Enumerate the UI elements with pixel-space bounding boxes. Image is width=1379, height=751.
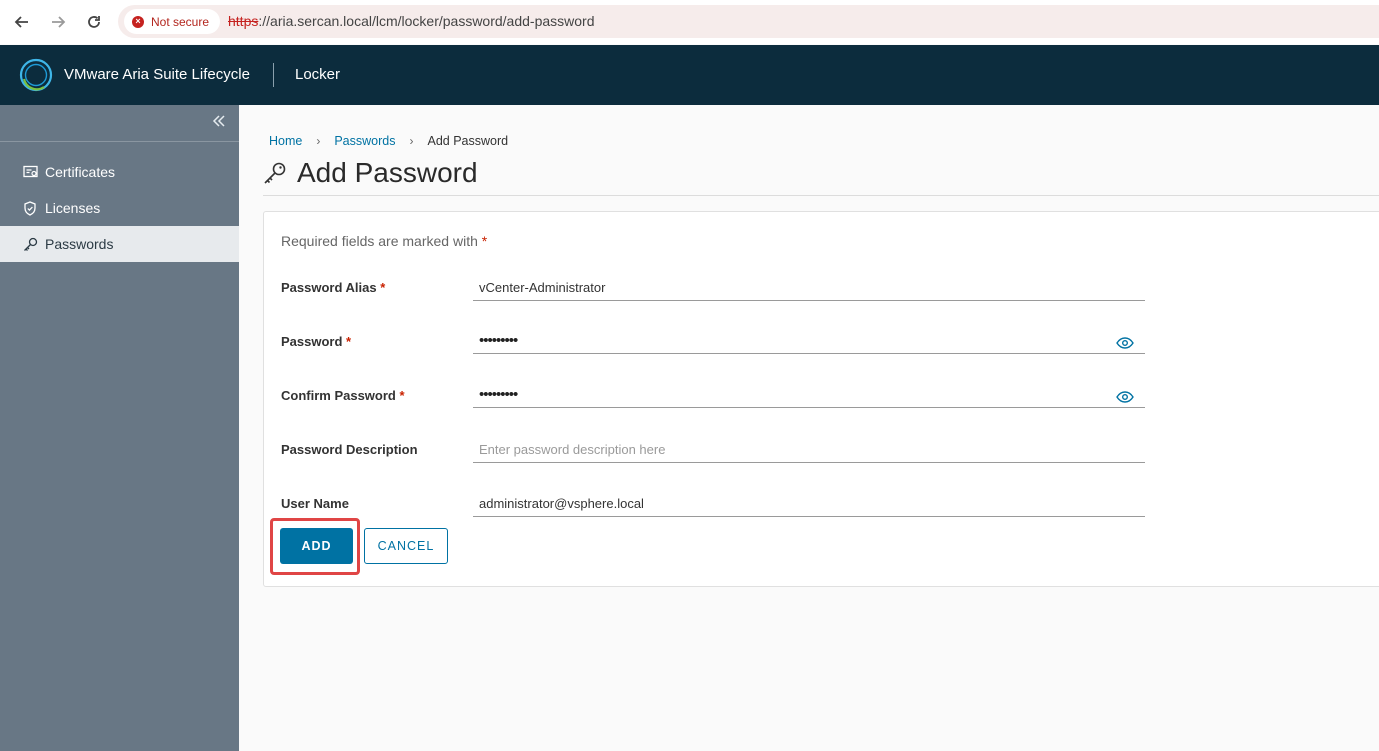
url-scheme: https bbox=[228, 13, 259, 29]
title-divider bbox=[263, 195, 1379, 196]
sidebar-item-certificates[interactable]: Certificates bbox=[0, 154, 239, 190]
key-icon bbox=[263, 161, 287, 185]
header-divider bbox=[273, 63, 274, 87]
sidebar-divider bbox=[0, 141, 239, 142]
sidebar-item-licenses[interactable]: Licenses bbox=[0, 190, 239, 226]
vmware-aria-logo-icon[interactable] bbox=[18, 57, 54, 93]
forward-arrow-icon[interactable] bbox=[44, 8, 72, 36]
app-title[interactable]: VMware Aria Suite Lifecycle bbox=[64, 66, 250, 83]
password-input[interactable] bbox=[473, 328, 1145, 354]
confirm-password-label: Confirm Password * bbox=[281, 388, 405, 403]
password-masked-value: ••••••••• bbox=[479, 332, 518, 349]
collapse-sidebar-icon[interactable] bbox=[212, 113, 230, 133]
url-text[interactable]: https://aria.sercan.local/lcm/locker/pas… bbox=[228, 13, 595, 29]
back-arrow-icon[interactable] bbox=[8, 8, 36, 36]
show-password-eye-icon[interactable] bbox=[1116, 336, 1134, 349]
key-icon bbox=[22, 236, 38, 252]
required-fields-note: Required fields are marked with * bbox=[281, 233, 488, 249]
user-name-label: User Name bbox=[281, 496, 349, 511]
security-label: Not secure bbox=[151, 14, 210, 29]
main-content: Home › Passwords › Add Password Add Pass… bbox=[239, 105, 1379, 751]
breadcrumb-separator: › bbox=[409, 134, 414, 148]
header-section-title: Locker bbox=[295, 66, 341, 83]
add-button[interactable]: ADD bbox=[280, 528, 353, 564]
sidebar-item-label: Certificates bbox=[45, 164, 116, 180]
security-indicator[interactable]: × Not secure bbox=[124, 9, 220, 34]
breadcrumb-current: Add Password bbox=[427, 134, 509, 148]
page-title: Add Password bbox=[297, 157, 478, 188]
confirm-password-input[interactable] bbox=[473, 382, 1145, 408]
sidebar-item-passwords[interactable]: Passwords bbox=[0, 226, 239, 262]
password-label: Password * bbox=[281, 334, 352, 349]
breadcrumb-home[interactable]: Home bbox=[269, 134, 302, 148]
reload-icon[interactable] bbox=[80, 8, 108, 36]
confirm-password-masked-value: ••••••••• bbox=[479, 386, 518, 403]
user-name-input[interactable] bbox=[473, 491, 1145, 517]
app-header: VMware Aria Suite Lifecycle Locker bbox=[0, 45, 1379, 105]
certificate-icon bbox=[22, 164, 38, 180]
address-bar[interactable]: × Not secure https://aria.sercan.local/l… bbox=[118, 5, 1379, 38]
breadcrumb-separator: › bbox=[316, 134, 321, 148]
show-confirm-password-eye-icon[interactable] bbox=[1116, 390, 1134, 403]
not-secure-icon: × bbox=[132, 15, 144, 28]
shield-icon bbox=[22, 200, 38, 216]
sidebar-item-label: Licenses bbox=[45, 200, 101, 216]
password-description-input[interactable] bbox=[473, 437, 1145, 463]
page-header: Add Password bbox=[263, 157, 478, 189]
browser-toolbar: × Not secure https://aria.sercan.local/l… bbox=[0, 0, 1379, 44]
required-mark: * bbox=[481, 233, 488, 249]
add-password-form: Required fields are marked with * Passwo… bbox=[263, 211, 1379, 587]
cancel-button[interactable]: CANCEL bbox=[364, 528, 448, 564]
url-path: ://aria.sercan.local/lcm/locker/password… bbox=[258, 13, 595, 29]
password-alias-label: Password Alias * bbox=[281, 280, 386, 295]
breadcrumb-passwords[interactable]: Passwords bbox=[334, 134, 395, 148]
sidebar-item-label: Passwords bbox=[45, 236, 114, 252]
breadcrumb: Home › Passwords › Add Password bbox=[269, 134, 508, 148]
password-description-label: Password Description bbox=[281, 442, 418, 457]
password-alias-input[interactable] bbox=[473, 275, 1145, 301]
sidebar: Certificates Licenses Passwords bbox=[0, 105, 239, 751]
